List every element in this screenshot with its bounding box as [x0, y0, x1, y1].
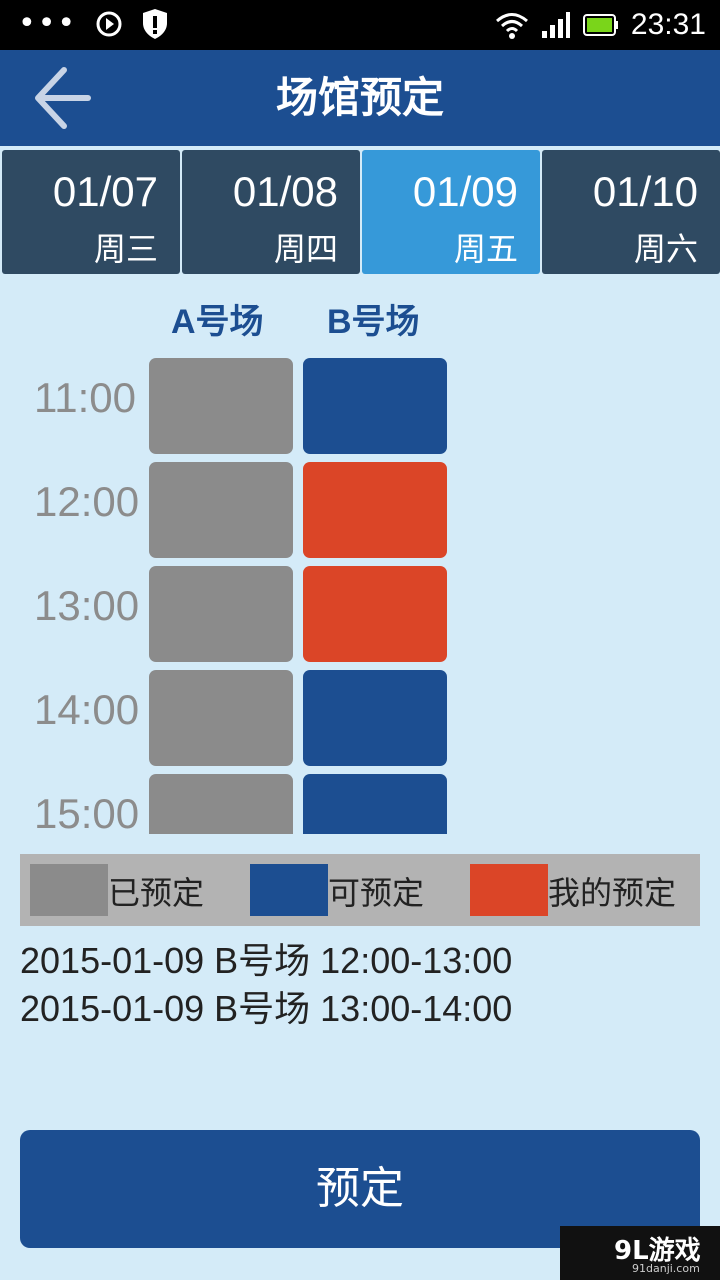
court-b-header: B号场: [327, 303, 420, 341]
slot-row: 12:00: [0, 454, 720, 558]
date-tab-0110[interactable]: 01/10 周六: [542, 150, 720, 274]
wifi-icon: [495, 13, 528, 39]
play-icon: [96, 11, 122, 37]
date-tab-0109[interactable]: 01/09 周五: [362, 150, 540, 274]
slot-cell-b[interactable]: [303, 670, 447, 766]
date-tab-0108[interactable]: 01/08 周四: [182, 150, 360, 274]
date-tab-weekday: 周三: [93, 230, 158, 268]
legend-swatch-available: [250, 864, 328, 916]
date-tab-date: 01/10: [592, 168, 698, 215]
date-tab-date: 01/07: [52, 168, 158, 215]
more-dots-icon: •••: [18, 6, 78, 41]
slot-cell-a[interactable]: [149, 462, 293, 558]
slot-cell-a[interactable]: [149, 358, 293, 454]
clock: 23:31: [630, 8, 706, 41]
date-tabs: 01/07 周三 01/08 周四 01/09 周五 01/10 周六: [0, 150, 720, 276]
date-tab-weekday: 周四: [273, 230, 338, 268]
date-tab-date: 01/08: [232, 168, 338, 215]
date-tab-weekday: 周五: [453, 230, 518, 268]
page-title: 场馆预定: [275, 73, 444, 122]
slot-time: 13:00: [34, 582, 140, 629]
legend-label-available: 可预定: [328, 874, 425, 912]
slot-cell-b[interactable]: [303, 358, 447, 454]
date-tab-date: 01/09: [412, 168, 518, 215]
slot-cell-b[interactable]: [303, 774, 447, 834]
slot-row: 14:00: [0, 662, 720, 766]
slot-row: 11:00: [0, 350, 720, 454]
slot-cell-b[interactable]: [303, 566, 447, 662]
court-a-header: A号场: [171, 303, 264, 341]
slot-cell-a[interactable]: [149, 566, 293, 662]
shield-alert-icon: [143, 9, 168, 39]
status-bar: ••• 23:31: [0, 0, 720, 50]
slot-row: 13:00: [0, 558, 720, 662]
slot-time: 15:00: [34, 790, 140, 834]
legend-label-mine: 我的预定: [548, 874, 677, 912]
slot-cell-a[interactable]: [149, 774, 293, 834]
watermark: 9L游戏 91danji.com: [560, 1226, 720, 1280]
date-tab-weekday: 周六: [633, 230, 698, 268]
slot-time: 11:00: [34, 374, 136, 421]
battery-icon: [582, 14, 618, 36]
legend: 已预定 可预定 我的预定: [20, 854, 700, 926]
legend-swatch-booked: [30, 864, 108, 916]
title-bar: 场馆预定: [0, 50, 720, 146]
booking-item: 2015-01-09 B号场 12:00-13:00: [20, 940, 513, 981]
slot-time: 12:00: [34, 478, 140, 525]
slot-cell-a[interactable]: [149, 670, 293, 766]
schedule-grid[interactable]: 11:00 12:00 13:00 14:00 15:00: [0, 350, 720, 834]
date-tab-0107[interactable]: 01/07 周三: [2, 150, 180, 274]
legend-swatch-mine: [470, 864, 548, 916]
slot-time: 14:00: [34, 686, 140, 733]
signal-icon: [541, 12, 570, 38]
slot-row: 15:00: [0, 766, 720, 834]
legend-label-booked: 已预定: [108, 874, 205, 912]
watermark-url: 91danji.com: [632, 1262, 700, 1275]
booking-item: 2015-01-09 B号场 13:00-14:00: [20, 988, 513, 1029]
slot-cell-b[interactable]: [303, 462, 447, 558]
